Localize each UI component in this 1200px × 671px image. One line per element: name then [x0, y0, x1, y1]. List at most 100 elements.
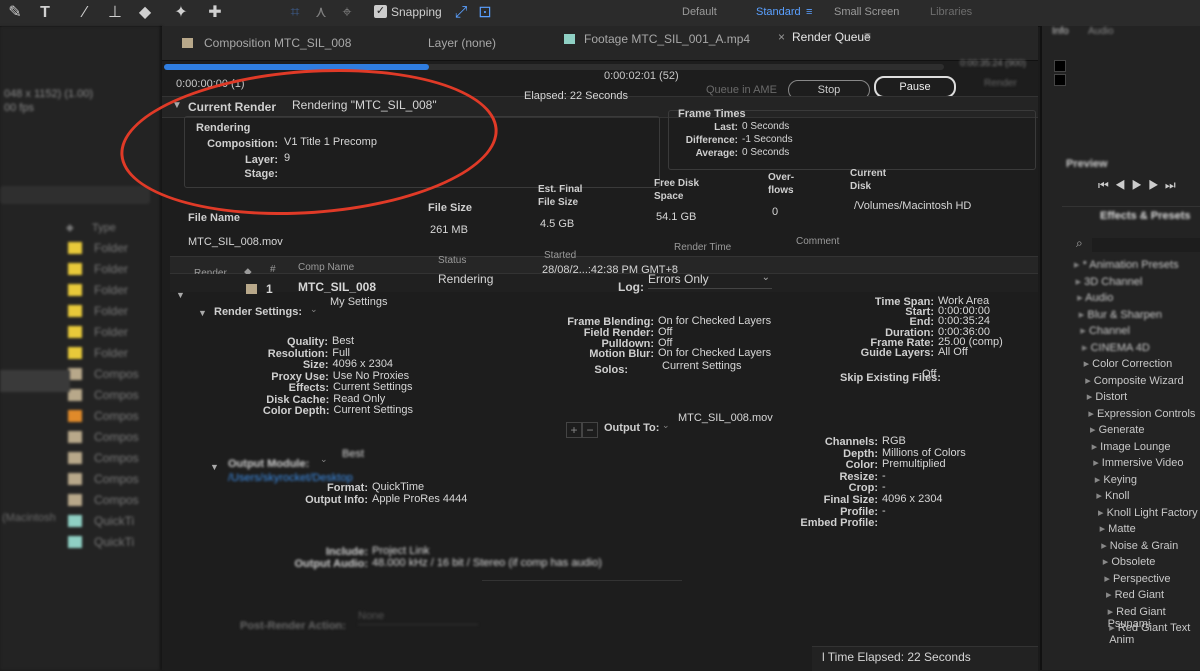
effects-category[interactable]: ▸ Perspective — [1104, 572, 1170, 585]
clone-stamp-tool-icon[interactable]: ⊥ — [104, 3, 126, 23]
tab-composition[interactable]: Composition MTC_SIL_008 — [204, 36, 351, 50]
effects-category[interactable]: ▸ Image Lounge — [1092, 440, 1171, 453]
file-name-header: File Name — [188, 212, 240, 224]
queue-item-label-swatch[interactable] — [246, 284, 257, 294]
output-to-filename[interactable]: MTC_SIL_008.mov — [678, 412, 773, 424]
project-row[interactable]: Folder — [0, 259, 160, 279]
effects-category[interactable]: ▸ * Animation Presets — [1074, 258, 1179, 271]
effects-category[interactable]: ▸ Immersive Video — [1093, 456, 1183, 469]
effects-category[interactable]: ▸ Red Giant Text Anim — [1109, 621, 1200, 646]
project-row[interactable]: Compos — [0, 427, 160, 447]
pen-tool-icon[interactable]: ✎ — [4, 3, 26, 23]
effects-category[interactable]: ▸ Red Giant — [1106, 588, 1164, 601]
puppet-pin-tool-icon[interactable]: ✚ — [204, 3, 226, 23]
project-row[interactable]: Compos — [0, 406, 160, 426]
disclosure-arrow-icon: ▸ — [1106, 589, 1115, 601]
effects-category[interactable]: ▸ Blur & Sharpen — [1079, 308, 1162, 321]
disclosure-arrow-icon: ▸ — [1083, 358, 1093, 370]
type-column-header[interactable]: Type — [92, 222, 116, 234]
queue-item-render-time: - — [672, 260, 676, 272]
effects-search-input[interactable] — [1092, 238, 1200, 252]
view-axis-icon[interactable]: ⌖ — [336, 3, 358, 23]
snap-edges-icon[interactable]: ⤢ — [450, 3, 472, 23]
project-row[interactable]: Folder — [0, 280, 160, 300]
project-row[interactable]: Folder — [0, 301, 160, 321]
text-tool-icon[interactable]: T — [34, 3, 56, 23]
remove-output-module-button[interactable]: − — [582, 422, 598, 438]
snap-features-icon[interactable]: ⊡ — [474, 3, 496, 23]
output-module-expand-icon[interactable]: ▼ — [210, 462, 219, 472]
effects-category[interactable]: ▸ Knoll Light Factory — [1098, 506, 1198, 519]
output-module-value[interactable]: Best — [342, 448, 364, 460]
output-audio-dropdown[interactable] — [482, 566, 682, 581]
tab-render-queue[interactable]: Render Queue — [792, 30, 871, 44]
pause-button[interactable]: Pause — [874, 76, 956, 98]
post-render-dropdown[interactable]: None — [358, 610, 478, 625]
col-render-time[interactable]: Render Time — [674, 242, 731, 253]
effects-category[interactable]: ▸ Color Correction — [1084, 357, 1173, 370]
project-search-input[interactable] — [0, 186, 150, 204]
disclosure-arrow-icon: ▸ — [1088, 407, 1097, 420]
add-output-module-button[interactable]: + — [566, 422, 582, 438]
project-row[interactable]: Compos — [0, 469, 160, 489]
queue-in-ame-button[interactable]: Queue in AME — [706, 84, 777, 96]
workspace-libraries[interactable]: Libraries — [930, 6, 972, 18]
col-comp-name[interactable]: Comp Name — [298, 262, 354, 273]
project-row[interactable]: QuickTi — [0, 532, 160, 552]
effects-category[interactable]: ▸ Distort — [1087, 390, 1127, 403]
output-to-label: Output To: — [604, 422, 660, 434]
brush-tool-icon[interactable]: ⁄ — [74, 3, 96, 23]
col-started[interactable]: Started — [544, 250, 576, 261]
workspace-standard[interactable]: Standard — [756, 6, 801, 18]
workspace-small-screen[interactable]: Small Screen — [834, 6, 899, 18]
effects-category[interactable]: ▸ Knoll — [1096, 489, 1129, 502]
workspace-default[interactable]: Default — [682, 6, 717, 18]
effects-search-icon[interactable]: ⌕ — [1076, 236, 1083, 251]
effects-category[interactable]: ▸ CINEMA 4D — [1082, 341, 1150, 354]
effects-category[interactable]: ▸ Noise & Grain — [1101, 539, 1178, 552]
effects-category[interactable]: ▸ Obsolete — [1103, 555, 1156, 568]
local-axis-icon[interactable]: ⌗ — [284, 3, 306, 23]
tab-footage[interactable]: Footage MTC_SIL_001_A.mp4 — [584, 32, 750, 46]
log-label: Log: — [618, 280, 644, 294]
effects-category[interactable]: ▸ 3D Channel — [1076, 275, 1143, 288]
project-row[interactable]: Folder — [0, 322, 160, 342]
effects-category[interactable]: ▸ Matte — [1100, 522, 1136, 535]
output-to-dropdown-icon[interactable]: ⌄ — [662, 420, 670, 431]
project-row[interactable]: Compos — [0, 490, 160, 510]
eraser-tool-icon[interactable]: ◆ — [134, 3, 156, 23]
selected-project-item[interactable] — [0, 370, 70, 392]
world-axis-icon[interactable]: ⋏ — [310, 3, 332, 23]
col-comment[interactable]: Comment — [796, 236, 839, 247]
output-module-dropdown-icon[interactable]: ⌄ — [320, 454, 328, 465]
effects-category[interactable]: ▸ Expression Controls — [1088, 407, 1195, 420]
effects-category[interactable]: ▸ Generate — [1090, 423, 1144, 436]
preview-controls[interactable]: ⏮◀▶▶⏭ — [1098, 178, 1182, 193]
project-row[interactable]: Folder — [0, 238, 160, 258]
effects-category[interactable]: ▸ Keying — [1095, 473, 1137, 486]
col-status[interactable]: Status — [438, 255, 466, 266]
tab-info[interactable]: Info — [1052, 26, 1069, 37]
tab-audio[interactable]: Audio — [1088, 26, 1114, 37]
disclosure-arrow-icon: ▸ — [1080, 325, 1089, 337]
render-settings-expand-icon[interactable]: ▼ — [198, 308, 207, 318]
project-row[interactable]: Compos — [0, 448, 160, 468]
effects-category[interactable]: ▸ Channel — [1080, 324, 1130, 337]
panel-menu-icon[interactable]: ≡ — [864, 29, 871, 43]
workspace-menu-icon[interactable]: ≡ — [806, 6, 812, 18]
effects-category[interactable]: ▸ Audio — [1077, 291, 1113, 304]
log-dropdown[interactable]: Errors Only ⌄ — [648, 272, 772, 289]
render-button[interactable]: Render — [984, 78, 1017, 89]
snapping-checkbox[interactable]: ✓ — [374, 5, 387, 18]
project-row[interactable]: Folder — [0, 343, 160, 363]
render-settings-value[interactable]: My Settings — [330, 296, 387, 308]
close-tab-icon[interactable]: × — [778, 30, 785, 44]
tab-layer[interactable]: Layer (none) — [428, 36, 496, 50]
color-depth-value: Current Settings — [333, 404, 413, 416]
roto-brush-tool-icon[interactable]: ✦ — [170, 3, 192, 23]
render-settings-dropdown-icon[interactable]: ⌄ — [310, 304, 318, 315]
quality-label: Quality: — [287, 336, 328, 348]
effects-category[interactable]: ▸ Composite Wizard — [1085, 374, 1183, 387]
tag-icon[interactable]: ⬥ — [66, 222, 74, 235]
expand-queue-item-icon[interactable]: ▼ — [176, 290, 185, 300]
